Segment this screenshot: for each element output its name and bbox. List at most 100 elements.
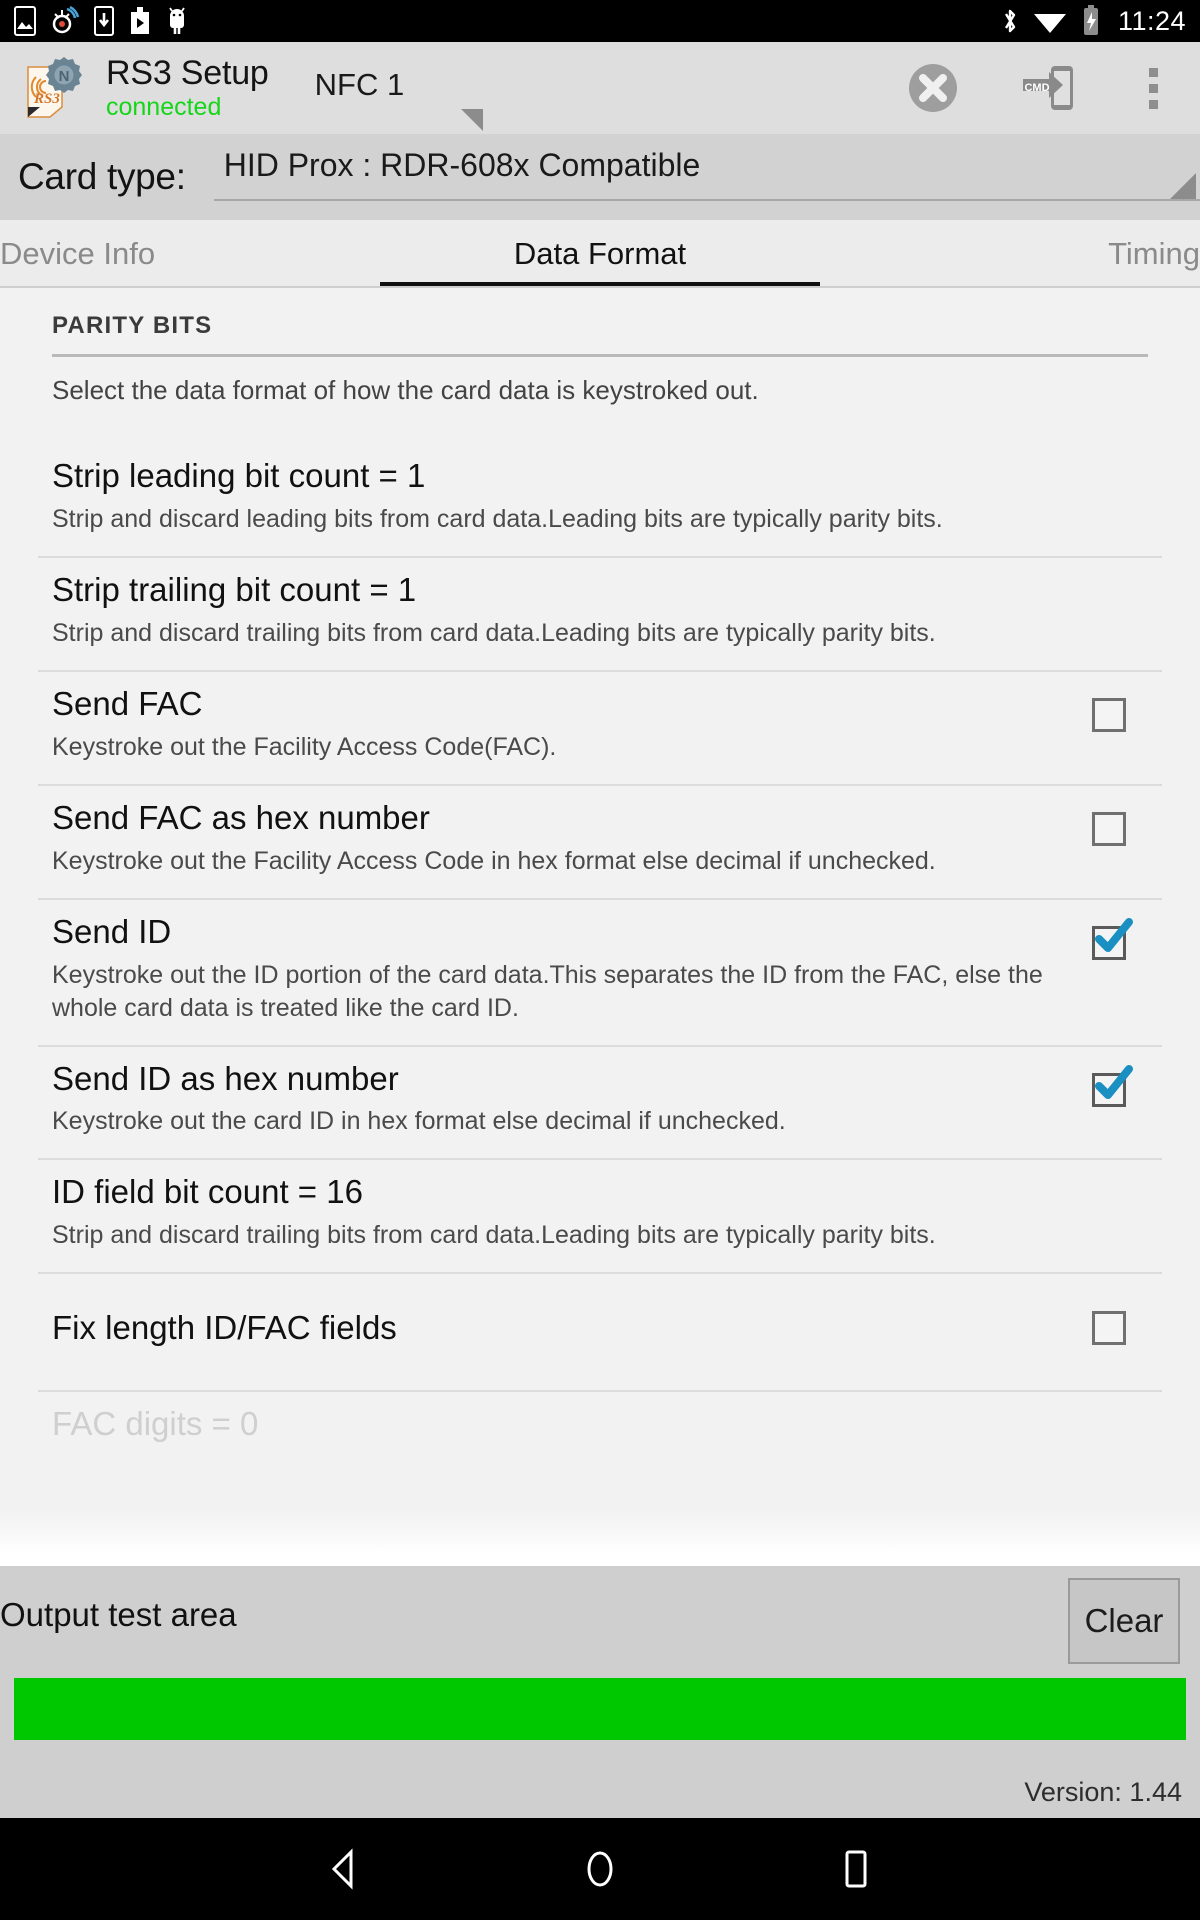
close-circle-icon xyxy=(909,64,957,112)
setting-summary: Keystroke out the ID portion of the card… xyxy=(52,960,1043,1022)
battery-charging-icon xyxy=(1083,5,1098,35)
status-bar: 11:24 xyxy=(0,0,1200,42)
app-screen: 11:24 RS3 N RS3 Setup connected NFC 1 CM… xyxy=(0,0,1200,1920)
card-type-spinner[interactable]: HID Prox : RDR-608x Compatible xyxy=(213,145,1200,209)
setting-row-fac-digits[interactable]: FAC digits = 0 xyxy=(0,1390,1200,1486)
checkbox-cell xyxy=(1070,798,1148,846)
checkbox-fix-length[interactable] xyxy=(1092,1311,1126,1346)
output-test-input[interactable] xyxy=(14,1678,1186,1740)
card-type-row: Card type: HID Prox : RDR-608x Compatibl… xyxy=(0,134,1200,220)
chevron-down-icon xyxy=(1170,173,1196,199)
setting-row-id-field-bit-count[interactable]: ID field bit count = 16 Strip and discar… xyxy=(0,1158,1200,1272)
checkbox-cell xyxy=(1070,684,1148,732)
app-title: RS3 Setup xyxy=(106,53,269,92)
action-bar-actions: CMD xyxy=(907,62,1182,115)
overflow-menu-button[interactable] xyxy=(1137,62,1170,115)
overflow-dot xyxy=(1149,67,1158,77)
back-icon xyxy=(331,1848,353,1890)
setting-row-send-id[interactable]: Send ID Keystroke out the ID portion of … xyxy=(0,897,1200,1045)
status-bar-clock: 11:24 xyxy=(1117,5,1186,36)
output-panel: Output test area Clear Version: 1.44 xyxy=(0,1566,1200,1818)
nav-back-button[interactable] xyxy=(304,1829,384,1909)
device-spinner-value: NFC 1 xyxy=(314,67,405,102)
checkbox-box xyxy=(1092,1311,1126,1346)
version-label: Version: 1.44 xyxy=(1024,1777,1182,1807)
svg-text:N: N xyxy=(59,68,70,85)
checkbox-send-id-hex[interactable] xyxy=(1092,1064,1133,1107)
settings-sync-icon xyxy=(52,6,80,34)
setting-text: Send ID as hex number Keystroke out the … xyxy=(52,1059,1070,1139)
setting-title: Send ID as hex number xyxy=(52,1059,399,1097)
setting-title: Send ID xyxy=(52,912,172,950)
section-description: Select the data format of how the card d… xyxy=(52,375,759,405)
wifi-icon xyxy=(1033,14,1066,33)
settings-list: Strip leading bit count = 1 Strip and di… xyxy=(0,442,1200,1486)
setting-title: Fix length ID/FAC fields xyxy=(52,1308,397,1346)
send-command-button[interactable]: CMD xyxy=(1021,62,1075,114)
device-spinner[interactable]: NFC 1 xyxy=(314,67,483,131)
setting-summary: Strip and discard trailing bits from car… xyxy=(52,1221,936,1250)
checkbox-cell xyxy=(1070,1311,1148,1346)
output-panel-header: Output test area Clear xyxy=(0,1566,1200,1664)
setting-title: FAC digits = 0 xyxy=(52,1405,259,1443)
checkbox-send-id[interactable] xyxy=(1092,917,1133,960)
svg-text:RS3: RS3 xyxy=(33,91,60,107)
download-icon xyxy=(94,6,114,36)
setting-title: Strip leading bit count = 1 xyxy=(52,457,426,494)
status-bar-left-icons xyxy=(14,6,188,36)
setting-text: Strip trailing bit count = 1 Strip and d… xyxy=(52,570,1148,650)
setting-row-send-id-hex[interactable]: Send ID as hex number Keystroke out the … xyxy=(0,1044,1200,1159)
scroll-edge-fade xyxy=(0,1512,1200,1566)
setting-title: Send FAC as hex number xyxy=(52,798,430,836)
app-logo-icon: RS3 N xyxy=(18,53,94,123)
setting-text: Send FAC Keystroke out the Facility Acce… xyxy=(52,684,1070,764)
setting-row-strip-trailing[interactable]: Strip trailing bit count = 1 Strip and d… xyxy=(0,555,1200,670)
screenshot-icon xyxy=(14,6,36,36)
settings-scroll-area[interactable]: PARITY BITS Select the data format of ho… xyxy=(0,288,1200,1566)
card-type-value: HID Prox : RDR-608x Compatible xyxy=(223,147,701,183)
nav-home-button[interactable] xyxy=(560,1829,640,1909)
status-bar-right-icons: 11:24 xyxy=(1000,5,1186,37)
setting-text: Fix length ID/FAC fields xyxy=(52,1308,1070,1349)
overflow-dot xyxy=(1149,99,1158,109)
checkbox-send-fac[interactable] xyxy=(1092,697,1126,732)
recents-icon xyxy=(845,1850,867,1888)
checkbox-box xyxy=(1092,697,1126,732)
connection-status: connected xyxy=(106,92,222,121)
setting-summary: Keystroke out the card ID in hex format … xyxy=(52,1107,786,1136)
overflow-dot xyxy=(1149,83,1158,93)
setting-summary: Keystroke out the Facility Access Code i… xyxy=(52,846,936,875)
svg-text:CMD: CMD xyxy=(1024,82,1049,94)
setting-summary: Strip and discard trailing bits from car… xyxy=(52,618,936,647)
tab-device-info[interactable]: Device Info xyxy=(0,220,380,288)
android-nav-bar xyxy=(0,1818,1200,1920)
action-bar: RS3 N RS3 Setup connected NFC 1 CMD xyxy=(0,42,1200,134)
nav-recents-button[interactable] xyxy=(816,1829,896,1909)
card-type-label: Card type: xyxy=(18,156,186,197)
cmd-icon: CMD xyxy=(1023,66,1073,110)
tab-data-format[interactable]: Data Format xyxy=(380,220,820,288)
output-test-area-label: Output test area xyxy=(0,1596,237,1633)
setting-row-fix-length[interactable]: Fix length ID/FAC fields xyxy=(0,1272,1200,1390)
setting-row-send-fac[interactable]: Send FAC Keystroke out the Facility Acce… xyxy=(0,669,1200,784)
app-install-icon xyxy=(131,7,149,34)
setting-text: Send FAC as hex number Keystroke out the… xyxy=(52,798,1070,878)
setting-title: Strip trailing bit count = 1 xyxy=(52,570,417,608)
setting-title: ID field bit count = 16 xyxy=(52,1173,363,1211)
setting-row-strip-leading[interactable]: Strip leading bit count = 1 Strip and di… xyxy=(0,442,1200,556)
android-icon xyxy=(169,7,185,34)
setting-text: Strip leading bit count = 1 Strip and di… xyxy=(52,456,1148,536)
setting-text: FAC digits = 0 xyxy=(52,1404,1148,1445)
tab-label: Device Info xyxy=(0,236,156,271)
disconnect-button[interactable] xyxy=(907,62,959,114)
checkbox-cell xyxy=(1070,1059,1148,1107)
app-title-block: RS3 Setup connected xyxy=(106,55,269,122)
setting-text: ID field bit count = 16 Strip and discar… xyxy=(52,1172,1148,1252)
checkbox-send-fac-hex[interactable] xyxy=(1092,811,1126,846)
clear-button-label: Clear xyxy=(1084,1602,1164,1639)
setting-row-send-fac-hex[interactable]: Send FAC as hex number Keystroke out the… xyxy=(0,783,1200,898)
clear-button[interactable]: Clear xyxy=(1068,1578,1180,1664)
tab-timing[interactable]: Timing xyxy=(820,220,1200,288)
check-icon xyxy=(1095,917,1133,952)
checkbox-cell xyxy=(1070,912,1148,960)
